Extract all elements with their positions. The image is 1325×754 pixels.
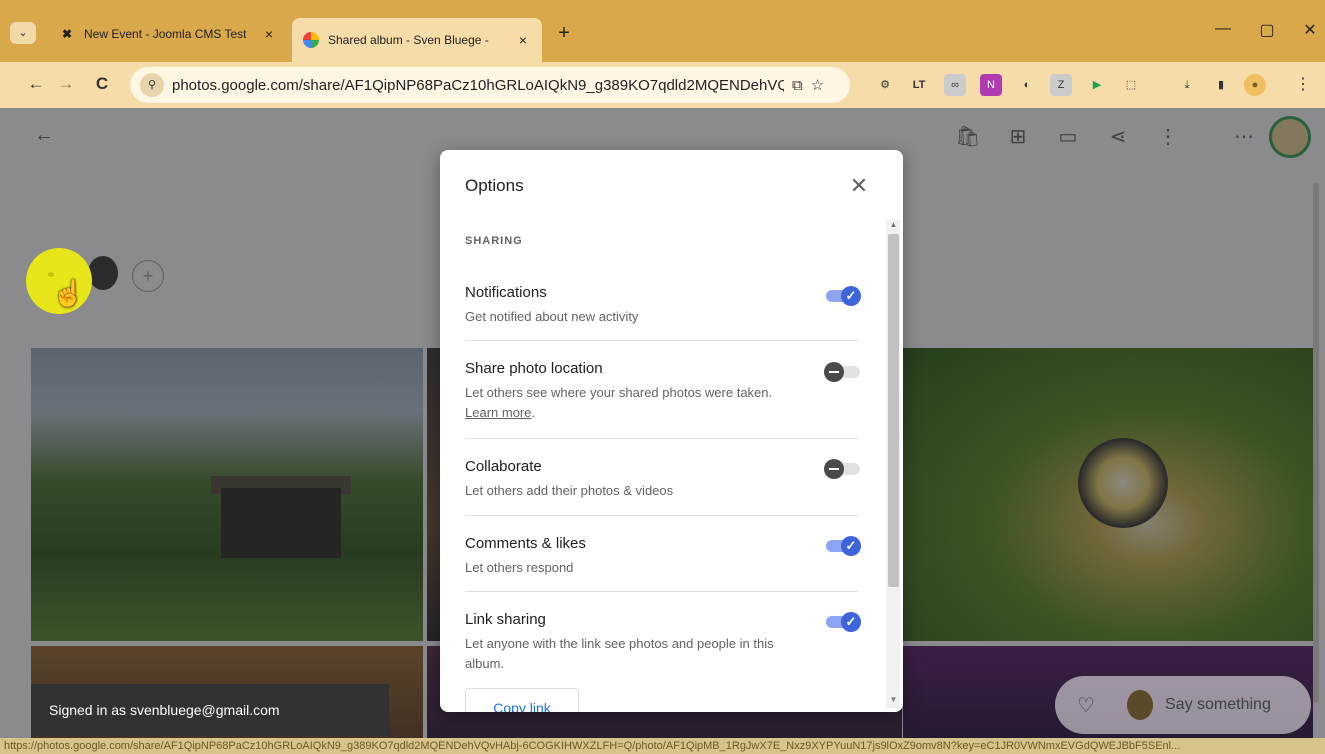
downloads-icon[interactable]: ⤓ <box>1176 74 1198 96</box>
minus-icon <box>824 362 844 382</box>
new-tab-button[interactable]: + <box>552 22 576 45</box>
back-button[interactable]: ← <box>24 74 48 94</box>
comment-placeholder[interactable]: Say something <box>1165 696 1271 714</box>
tab-joomla[interactable]: ✖ New Event - Joomla CMS Test × <box>48 18 288 50</box>
eye-extension-icon[interactable]: ◐ <box>1016 74 1038 96</box>
option-title: Comments & likes <box>465 535 586 552</box>
option-notifications: Notifications Get notified about new act… <box>465 284 860 327</box>
site-info-icon[interactable]: ⚲ <box>140 73 164 97</box>
option-title: Collaborate <box>465 458 542 475</box>
divider <box>465 515 858 516</box>
side-panel-icon[interactable]: ▮ <box>1210 74 1232 96</box>
check-icon: ✓ <box>841 286 861 306</box>
option-description: Let others see where your shared photos … <box>465 385 773 420</box>
option-title: Link sharing <box>465 611 546 628</box>
address-bar[interactable]: ⚲ photos.google.com/share/AF1QipNP68PaCz… <box>130 67 850 103</box>
minimize-button[interactable]: — <box>1208 20 1238 38</box>
option-title: Share photo location <box>465 360 603 377</box>
tab-title: Shared album - Sven Bluege - <box>328 33 489 47</box>
z-extension-icon[interactable]: Z <box>1050 74 1072 96</box>
close-tab-icon[interactable]: × <box>514 32 532 48</box>
option-share-location: Share photo location Let others see wher… <box>465 360 860 423</box>
page-scrollbar[interactable] <box>1313 183 1319 703</box>
url-text[interactable]: photos.google.com/share/AF1QipNP68PaCz10… <box>172 77 784 94</box>
check-icon: ✓ <box>841 536 861 556</box>
reload-button[interactable]: C <box>90 74 114 94</box>
check-icon: ✓ <box>841 612 861 632</box>
notifications-toggle[interactable]: ✓ <box>822 284 862 308</box>
tab-title: New Event - Joomla CMS Test <box>84 27 247 41</box>
dialog-title: Options <box>465 176 524 195</box>
close-window-button[interactable]: ✕ <box>1295 20 1325 40</box>
languagetool-extension-icon[interactable]: LT <box>908 74 930 96</box>
option-collaborate: Collaborate Let others add their photos … <box>465 458 860 501</box>
minus-icon <box>824 459 844 479</box>
signed-in-toast: Signed in as svenbluege@gmail.com <box>31 684 389 736</box>
option-description-text: Let others see where your shared photos … <box>465 385 773 400</box>
scroll-down-icon[interactable]: ▼ <box>888 695 899 704</box>
browser-toolbar: ← → C ⚲ photos.google.com/share/AF1QipNP… <box>0 62 1325 158</box>
option-title: Notifications <box>465 284 547 301</box>
comment-bar[interactable]: ♡ Say something <box>1055 676 1311 734</box>
option-description: Let anyone with the link see photos and … <box>465 636 774 671</box>
bookmark-star-icon[interactable]: ☆ <box>811 76 824 94</box>
tab-search-button[interactable]: ⌄ <box>10 22 36 44</box>
profile-avatar-icon[interactable]: ● <box>1244 74 1266 96</box>
dialog-scroll-thumb[interactable] <box>888 234 899 587</box>
option-description: Let others add their photos & videos <box>465 483 674 498</box>
onenote-extension-icon[interactable]: N <box>980 74 1002 96</box>
scroll-up-icon[interactable]: ▲ <box>888 220 899 229</box>
hand-cursor-icon: ☝ <box>52 278 85 308</box>
comments-likes-toggle[interactable]: ✓ <box>822 534 862 558</box>
heart-icon[interactable]: ♡ <box>1077 693 1107 718</box>
divider <box>465 591 858 592</box>
close-icon[interactable]: ✕ <box>845 172 873 200</box>
share-location-toggle[interactable] <box>822 360 862 384</box>
divider <box>465 340 858 341</box>
extension-gear-icon[interactable]: ⚙ <box>874 74 896 96</box>
option-description: Get notified about new activity <box>465 309 639 324</box>
option-comments-likes: Comments & likes Let others respond <box>465 535 860 578</box>
tab-shared-album[interactable]: Shared album - Sven Bluege - × <box>292 18 542 62</box>
close-tab-icon[interactable]: × <box>260 26 278 42</box>
divider <box>465 438 858 439</box>
collaborate-toggle[interactable] <box>822 457 862 481</box>
option-description: Let others respond <box>465 560 574 575</box>
commenter-avatar <box>1127 690 1153 720</box>
google-photos-icon <box>302 31 320 49</box>
extensions-puzzle-icon[interactable]: ⬚ <box>1120 74 1142 96</box>
status-url-bar: https://photos.google.com/share/AF1QipNP… <box>0 738 1325 754</box>
install-app-icon[interactable]: ⧉ <box>792 77 803 94</box>
loop-extension-icon[interactable]: ∞ <box>944 74 966 96</box>
section-heading: SHARING <box>465 235 523 247</box>
options-dialog: Options ✕ SHARING Notifications Get noti… <box>440 150 903 712</box>
joomla-icon: ✖ <box>61 27 73 41</box>
browser-menu-icon[interactable]: ⋮ <box>1292 74 1314 96</box>
maximize-button[interactable]: ▢ <box>1252 20 1282 40</box>
option-link-sharing: Link sharing Let anyone with the link se… <box>465 611 860 674</box>
play-extension-icon[interactable]: ▶ <box>1086 74 1108 96</box>
link-sharing-toggle[interactable]: ✓ <box>822 610 862 634</box>
learn-more-link[interactable]: Learn more <box>465 405 531 420</box>
copy-link-button[interactable]: Copy link <box>465 688 579 712</box>
forward-button[interactable]: → <box>54 74 78 94</box>
tab-strip: ⌄ ✖ New Event - Joomla CMS Test × Shared… <box>0 0 1325 62</box>
